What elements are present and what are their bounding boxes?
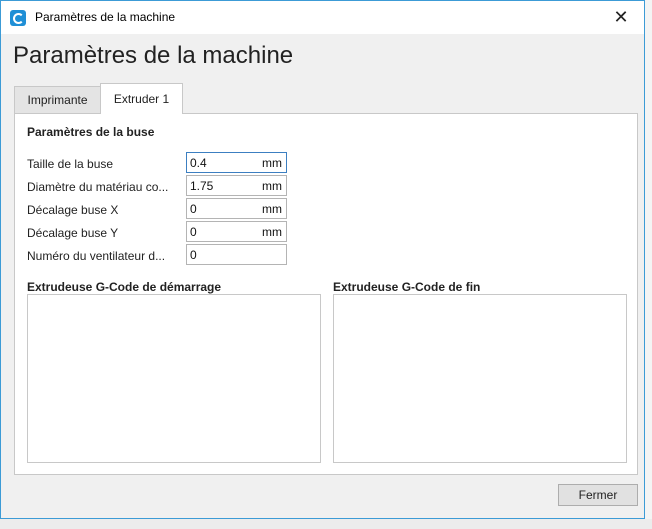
nozzle-size-unit: mm: [262, 156, 282, 170]
nozzle-size-label: Taille de la buse: [27, 157, 114, 171]
machine-settings-dialog: Paramètres de la machine ✕ Paramètres de…: [0, 0, 645, 519]
material-diameter-unit: mm: [262, 179, 282, 193]
nozzle-size-input[interactable]: 0.4 mm: [186, 152, 287, 173]
nozzle-offset-x-value: 0: [190, 202, 197, 216]
nozzle-settings-title: Paramètres de la buse: [27, 125, 155, 139]
window-title: Paramètres de la machine: [35, 10, 176, 24]
nozzle-offset-x-unit: mm: [262, 202, 282, 216]
start-gcode-textarea[interactable]: [27, 294, 321, 463]
extruder-settings-panel: Paramètres de la buse Taille de la buse …: [14, 113, 638, 475]
cooling-fan-number-value: 0: [190, 248, 197, 262]
material-diameter-value: 1.75: [190, 179, 214, 193]
nozzle-offset-y-value: 0: [190, 225, 197, 239]
material-diameter-input[interactable]: 1.75 mm: [186, 175, 287, 196]
start-gcode-title: Extrudeuse G-Code de démarrage: [27, 280, 222, 294]
nozzle-offset-y-label: Décalage buse Y: [27, 226, 119, 240]
nozzle-offset-x-input[interactable]: 0 mm: [186, 198, 287, 219]
title-bar: Paramètres de la machine ✕: [1, 1, 644, 34]
tab-extruder-1[interactable]: Extruder 1: [100, 83, 183, 114]
end-gcode-title: Extrudeuse G-Code de fin: [333, 280, 481, 294]
nozzle-size-value: 0.4: [190, 156, 207, 170]
page-title: Paramètres de la machine: [13, 42, 294, 69]
nozzle-offset-y-input[interactable]: 0 mm: [186, 221, 287, 242]
close-icon[interactable]: ✕: [598, 1, 644, 34]
nozzle-offset-x-label: Décalage buse X: [27, 203, 119, 217]
cura-app-icon: [10, 10, 26, 26]
end-gcode-textarea[interactable]: [333, 294, 627, 463]
cooling-fan-number-label: Numéro du ventilateur d...: [27, 249, 166, 263]
close-button[interactable]: Fermer: [558, 484, 638, 506]
background-strip-right: [645, 0, 652, 529]
material-diameter-label: Diamètre du matériau co...: [27, 180, 169, 194]
cooling-fan-number-input[interactable]: 0: [186, 244, 287, 265]
tab-imprimante[interactable]: Imprimante: [14, 86, 101, 113]
nozzle-offset-y-unit: mm: [262, 225, 282, 239]
background-strip-bottom: [0, 519, 652, 529]
